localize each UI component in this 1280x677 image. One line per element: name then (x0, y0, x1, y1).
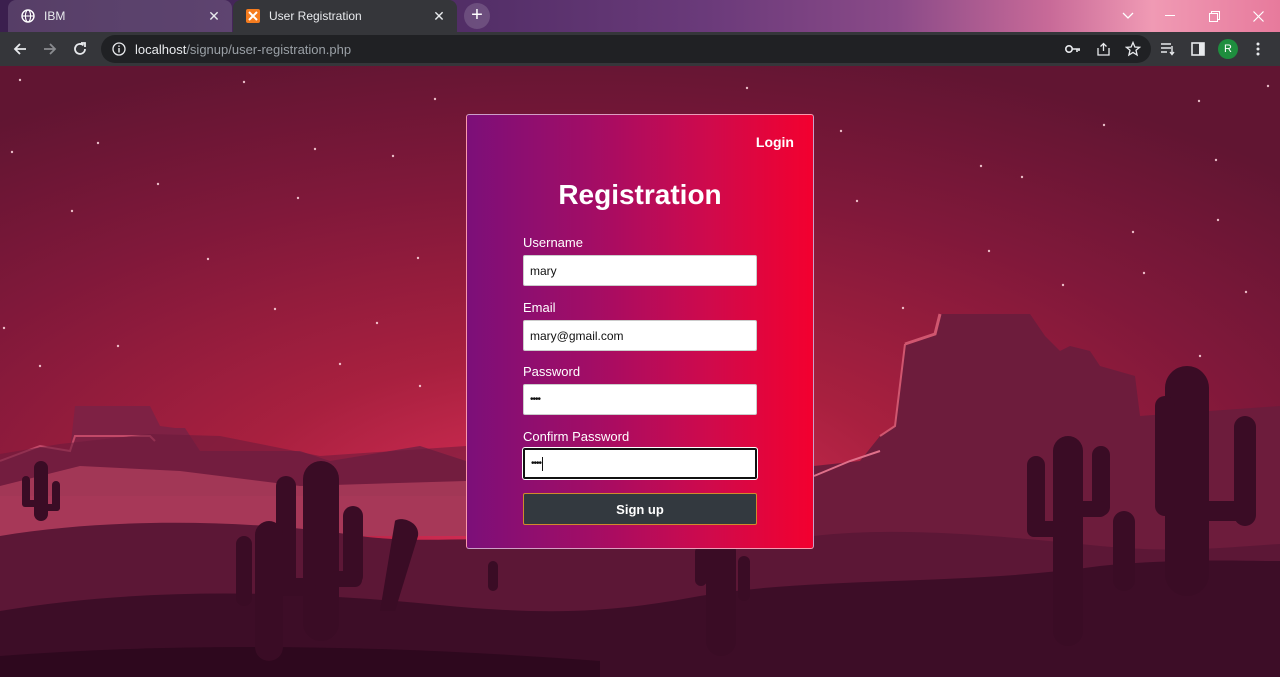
address-bar[interactable]: localhost/signup/user-registration.php (101, 35, 1151, 63)
username-label: Username (523, 235, 583, 250)
tab-title: User Registration (269, 9, 362, 23)
minimize-icon[interactable] (1148, 0, 1192, 32)
tab-ibm[interactable]: IBM ✕ (8, 0, 232, 32)
close-tab-icon[interactable]: ✕ (431, 8, 447, 24)
close-window-icon[interactable] (1236, 0, 1280, 32)
url-path: /signup/user-registration.php (186, 41, 352, 57)
page-title: Registration (558, 179, 722, 210)
tab-search-icon[interactable] (1106, 0, 1150, 32)
confirm-password-value: •••• (531, 458, 542, 469)
site-info-icon[interactable] (111, 41, 127, 57)
confirm-password-label: Confirm Password (523, 429, 630, 444)
forward-arrow-icon[interactable] (37, 36, 63, 62)
login-link[interactable]: Login (756, 134, 794, 150)
tab-user-registration[interactable]: User Registration ✕ (233, 0, 457, 32)
text-caret (542, 456, 544, 471)
xampp-icon (245, 8, 261, 24)
email-label: Email (523, 300, 556, 315)
reload-icon[interactable] (67, 36, 93, 62)
close-tab-icon[interactable]: ✕ (206, 8, 222, 24)
new-tab-button[interactable]: + (464, 3, 490, 29)
window-controls (1106, 0, 1150, 32)
registration-card: Login Registration Username mary Email m… (466, 114, 814, 549)
username-input[interactable]: mary (523, 255, 757, 286)
window-buttons (1148, 0, 1280, 32)
back-arrow-icon[interactable] (7, 36, 33, 62)
username-value: mary (530, 263, 557, 278)
password-value: •••• (530, 394, 541, 405)
side-panel-icon[interactable] (1188, 39, 1208, 59)
more-menu-icon[interactable] (1248, 39, 1268, 59)
bookmark-star-icon[interactable] (1123, 39, 1143, 59)
sign-up-button[interactable]: Sign up (523, 493, 757, 525)
browser-toolbar: localhost/signup/user-registration.php R (0, 32, 1280, 66)
password-label: Password (523, 364, 581, 379)
key-icon[interactable] (1063, 39, 1083, 59)
url-host: localhost (135, 41, 187, 57)
restore-icon[interactable] (1192, 0, 1236, 32)
page-viewport: Login Registration Username mary Email m… (0, 66, 1280, 677)
profile-avatar[interactable]: R (1218, 39, 1238, 59)
password-input[interactable]: •••• (523, 384, 757, 415)
share-icon[interactable] (1093, 39, 1113, 59)
tab-strip: IBM ✕ User Registration ✕ + (0, 0, 1280, 32)
globe-icon (20, 8, 36, 24)
reading-list-icon[interactable] (1158, 39, 1178, 59)
confirm-password-input[interactable]: •••• (523, 448, 757, 479)
tab-title: IBM (44, 9, 66, 23)
email-input[interactable]: mary@gmail.com (523, 320, 757, 351)
email-value: mary@gmail.com (530, 328, 624, 343)
